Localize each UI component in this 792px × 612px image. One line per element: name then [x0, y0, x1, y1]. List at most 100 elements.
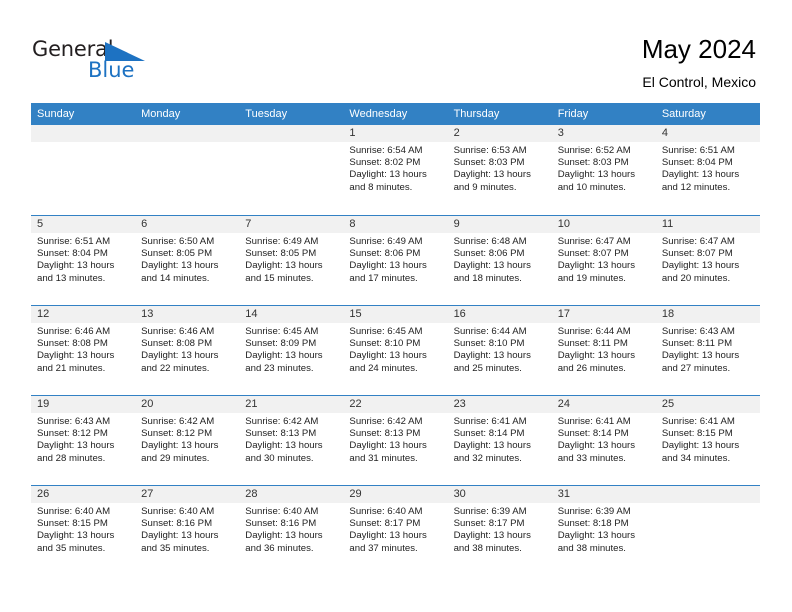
- sunset-text: Sunset: 8:17 PM: [349, 518, 421, 530]
- sunset-text: Sunset: 8:11 PM: [661, 338, 733, 350]
- daylight-text: Daylight: 13 hours and 29 minutes.: [141, 440, 219, 464]
- sunrise-text: Sunrise: 6:43 AM: [661, 326, 735, 337]
- calendar-day-cell[interactable]: 10 Sunrise: 6:47 AM Sunset: 8:07 PM Dayligh…: [551, 216, 656, 305]
- sunset-text: Sunset: 8:13 PM: [245, 428, 317, 440]
- calendar-day-cell[interactable]: 24 Sunrise: 6:41 AM Sunset: 8:14 PM Dayligh…: [551, 396, 656, 485]
- day-number-band: 9: [447, 216, 552, 233]
- day-number: 17: [557, 308, 570, 320]
- sunset-text: Sunset: 8:07 PM: [661, 248, 733, 260]
- day-sun-info: Sunrise: 6:51 AM Sunset: 8:04 PM Daylight:…: [31, 233, 135, 285]
- day-sun-info: Sunrise: 6:42 AM Sunset: 8:12 PM Daylight:…: [135, 413, 239, 465]
- logo-text-blue: Blue: [88, 58, 135, 82]
- day-sun-info: Sunrise: 6:49 AM Sunset: 8:05 PM Daylight:…: [239, 233, 343, 285]
- day-number-band: 12: [31, 306, 136, 323]
- calendar-day-cell[interactable]: 30 Sunrise: 6:39 AM Sunset: 8:17 PM Dayligh…: [447, 486, 552, 575]
- day-number-band: 6: [135, 216, 240, 233]
- calendar-day-cell[interactable]: 19 Sunrise: 6:43 AM Sunset: 8:12 PM Dayligh…: [31, 396, 136, 485]
- day-number: 14: [245, 308, 258, 320]
- sunset-text: Sunset: 8:04 PM: [37, 248, 108, 260]
- calendar-day-cell[interactable]: 7 Sunrise: 6:49 AM Sunset: 8:05 PM Daylight…: [239, 216, 344, 305]
- calendar-day-cell[interactable]: 29 Sunrise: 6:40 AM Sunset: 8:17 PM Dayligh…: [343, 486, 448, 575]
- calendar-day-cell[interactable]: 26 Sunrise: 6:40 AM Sunset: 8:15 PM Dayligh…: [31, 486, 136, 575]
- page-header: General Blue May 2024 El Control, Mexico: [0, 0, 792, 103]
- page-title: May 2024: [641, 34, 756, 64]
- sunset-text: Sunset: 8:09 PM: [245, 338, 317, 350]
- calendar-day-cell[interactable]: 21 Sunrise: 6:42 AM Sunset: 8:13 PM Dayligh…: [239, 396, 344, 485]
- sunrise-text: Sunrise: 6:50 AM: [141, 236, 215, 247]
- day-sun-info: Sunrise: 6:51 AM Sunset: 8:04 PM Daylight:…: [656, 142, 760, 194]
- daylight-text: Daylight: 13 hours and 38 minutes.: [557, 530, 636, 554]
- calendar-day-cell[interactable]: 1 Sunrise: 6:54 AM Sunset: 8:02 PM Daylight…: [343, 125, 448, 215]
- day-number-band: 2: [447, 125, 552, 142]
- calendar-day-cell[interactable]: 18 Sunrise: 6:43 AM Sunset: 8:11 PM Dayligh…: [655, 306, 760, 395]
- calendar-day-cell[interactable]: 22 Sunrise: 6:42 AM Sunset: 8:13 PM Dayligh…: [343, 396, 448, 485]
- daylight-text: Daylight: 13 hours and 28 minutes.: [37, 440, 115, 464]
- day-number: 22: [349, 398, 362, 410]
- calendar-day-cell[interactable]: 28 Sunrise: 6:40 AM Sunset: 8:16 PM Dayligh…: [239, 486, 344, 575]
- sunrise-text: Sunrise: 6:44 AM: [557, 326, 631, 337]
- sunrise-text: Sunrise: 6:40 AM: [245, 506, 319, 517]
- weekday-header-wednesday: Wednesday: [349, 108, 408, 120]
- calendar-day-cell[interactable]: 2 Sunrise: 6:53 AM Sunset: 8:03 PM Daylight…: [447, 125, 552, 215]
- daylight-text: Daylight: 13 hours and 35 minutes.: [141, 530, 219, 554]
- calendar-day-cell[interactable]: 15 Sunrise: 6:45 AM Sunset: 8:10 PM Dayligh…: [343, 306, 448, 395]
- sunset-text: Sunset: 8:11 PM: [557, 338, 628, 350]
- daylight-text: Daylight: 13 hours and 15 minutes.: [245, 260, 323, 284]
- day-number: 26: [37, 488, 50, 500]
- day-sun-info: Sunrise: 6:44 AM Sunset: 8:10 PM Daylight:…: [448, 323, 552, 375]
- day-number-band: 28: [239, 486, 344, 503]
- day-sun-info: Sunrise: 6:41 AM Sunset: 8:14 PM Daylight:…: [552, 413, 656, 465]
- day-sun-info: Sunrise: 6:42 AM Sunset: 8:13 PM Daylight:…: [343, 413, 447, 465]
- calendar-day-cell[interactable]: 17 Sunrise: 6:44 AM Sunset: 8:11 PM Dayligh…: [551, 306, 656, 395]
- day-number: 8: [349, 218, 356, 230]
- sunrise-text: Sunrise: 6:39 AM: [453, 506, 527, 517]
- calendar-day-cell[interactable]: 3 Sunrise: 6:52 AM Sunset: 8:03 PM Daylight…: [551, 125, 656, 215]
- calendar-day-cell[interactable]: 11 Sunrise: 6:47 AM Sunset: 8:07 PM Dayligh…: [655, 216, 760, 305]
- daylight-text: Daylight: 13 hours and 23 minutes.: [245, 350, 323, 374]
- daylight-text: Daylight: 13 hours and 9 minutes.: [453, 169, 531, 193]
- calendar-day-cell[interactable]: 4 Sunrise: 6:51 AM Sunset: 8:04 PM Daylight…: [655, 125, 760, 215]
- day-sun-info: Sunrise: 6:54 AM Sunset: 8:02 PM Daylight:…: [343, 142, 447, 194]
- day-sun-info: Sunrise: 6:39 AM Sunset: 8:17 PM Daylight:…: [448, 503, 552, 555]
- calendar-day-cell[interactable]: 6 Sunrise: 6:50 AM Sunset: 8:05 PM Daylight…: [135, 216, 240, 305]
- day-number-band: 18: [655, 306, 760, 323]
- day-sun-info: Sunrise: 6:47 AM Sunset: 8:07 PM Daylight:…: [656, 233, 760, 285]
- calendar-day-cell[interactable]: 16 Sunrise: 6:44 AM Sunset: 8:10 PM Dayligh…: [447, 306, 552, 395]
- sunrise-text: Sunrise: 6:47 AM: [557, 236, 631, 247]
- day-number-band: 7: [239, 216, 344, 233]
- day-number: 29: [349, 488, 362, 500]
- day-sun-info: Sunrise: 6:44 AM Sunset: 8:11 PM Daylight:…: [552, 323, 656, 375]
- calendar-day-cell[interactable]: 23 Sunrise: 6:41 AM Sunset: 8:14 PM Dayligh…: [447, 396, 552, 485]
- sunrise-text: Sunrise: 6:49 AM: [349, 236, 423, 247]
- sunset-text: Sunset: 8:07 PM: [557, 248, 629, 260]
- sunset-text: Sunset: 8:06 PM: [453, 248, 525, 260]
- daylight-text: Daylight: 13 hours and 14 minutes.: [141, 260, 219, 284]
- calendar-day-cell-empty: [31, 125, 136, 215]
- daylight-text: Daylight: 13 hours and 26 minutes.: [557, 350, 636, 374]
- calendar-week-row: 12 Sunrise: 6:46 AM Sunset: 8:08 PM Dayligh…: [31, 305, 760, 395]
- daylight-text: Daylight: 13 hours and 12 minutes.: [661, 169, 740, 193]
- calendar-day-cell[interactable]: 31 Sunrise: 6:39 AM Sunset: 8:18 PM Dayligh…: [551, 486, 656, 575]
- day-number: 6: [141, 218, 148, 230]
- day-number: 27: [141, 488, 154, 500]
- calendar-day-cell[interactable]: 12 Sunrise: 6:46 AM Sunset: 8:08 PM Dayligh…: [31, 306, 136, 395]
- calendar-day-cell[interactable]: 9 Sunrise: 6:48 AM Sunset: 8:06 PM Daylight…: [447, 216, 552, 305]
- sunrise-text: Sunrise: 6:49 AM: [245, 236, 319, 247]
- day-number: 13: [141, 308, 154, 320]
- calendar-day-cell-empty: [655, 486, 760, 575]
- sunrise-text: Sunrise: 6:41 AM: [453, 416, 527, 427]
- day-number-band: [31, 125, 136, 142]
- calendar-day-cell[interactable]: 13 Sunrise: 6:46 AM Sunset: 8:08 PM Dayligh…: [135, 306, 240, 395]
- calendar-day-cell[interactable]: 5 Sunrise: 6:51 AM Sunset: 8:04 PM Daylight…: [31, 216, 136, 305]
- day-number: 4: [661, 127, 668, 139]
- calendar-day-cell[interactable]: 25 Sunrise: 6:41 AM Sunset: 8:15 PM Dayligh…: [655, 396, 760, 485]
- calendar-day-cell[interactable]: 14 Sunrise: 6:45 AM Sunset: 8:09 PM Dayligh…: [239, 306, 344, 395]
- calendar-day-cell[interactable]: 20 Sunrise: 6:42 AM Sunset: 8:12 PM Dayligh…: [135, 396, 240, 485]
- daylight-text: Daylight: 13 hours and 38 minutes.: [453, 530, 531, 554]
- calendar-day-cell[interactable]: 8 Sunrise: 6:49 AM Sunset: 8:06 PM Daylight…: [343, 216, 448, 305]
- day-number-band: [239, 125, 344, 142]
- daylight-text: Daylight: 13 hours and 17 minutes.: [349, 260, 427, 284]
- calendar-day-cell[interactable]: 27 Sunrise: 6:40 AM Sunset: 8:16 PM Dayligh…: [135, 486, 240, 575]
- day-number: 21: [245, 398, 258, 410]
- sunrise-text: Sunrise: 6:47 AM: [661, 236, 735, 247]
